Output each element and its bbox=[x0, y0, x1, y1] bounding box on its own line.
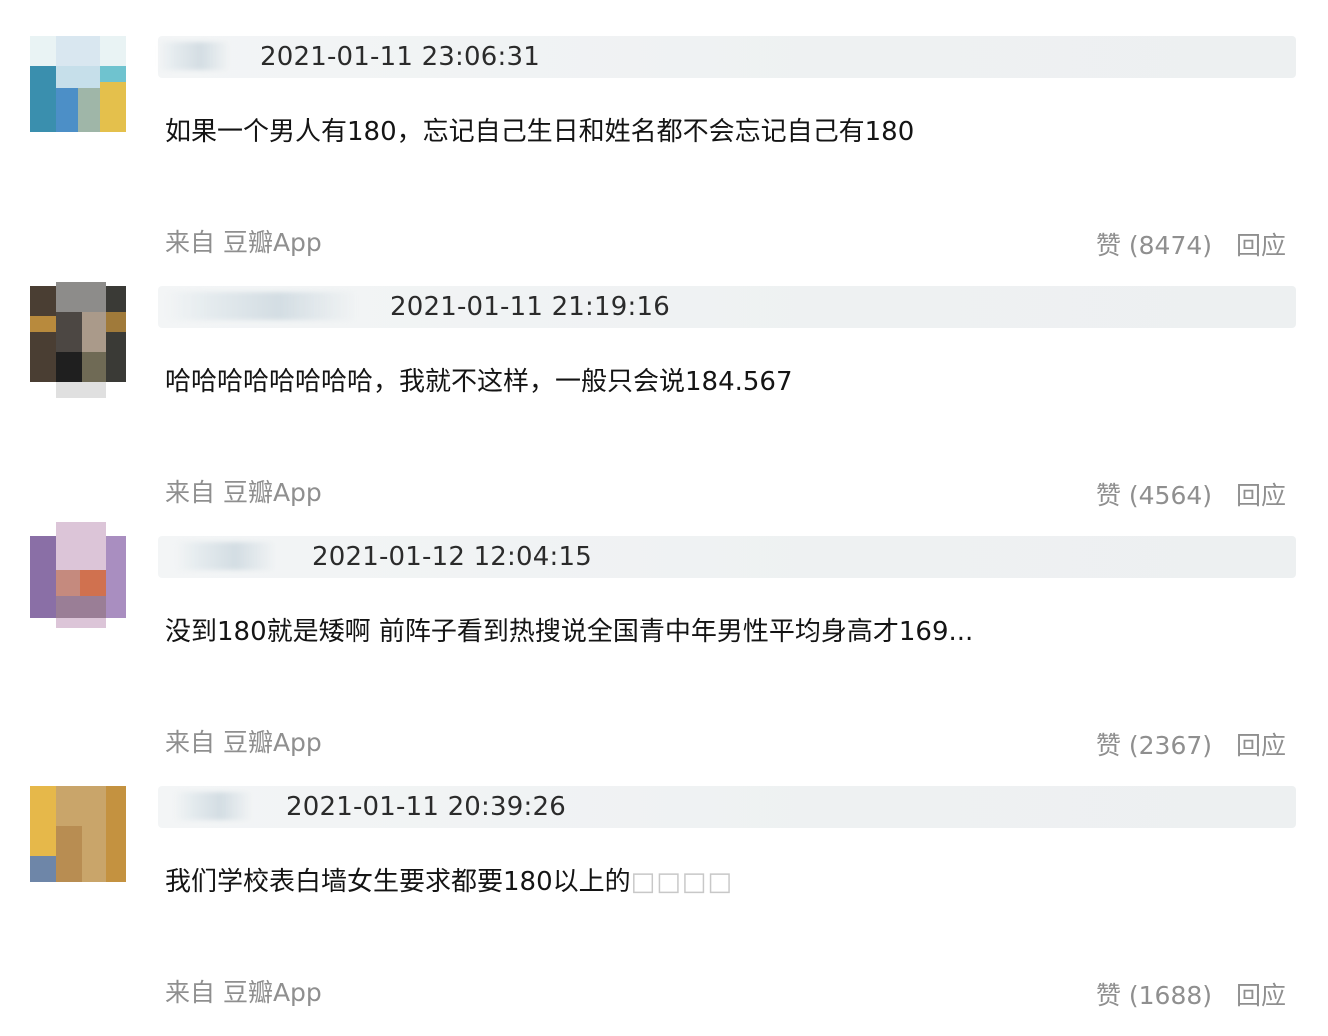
like-button[interactable]: 赞 (8474) bbox=[1096, 229, 1212, 263]
comment-text: 我们学校表白墙女生要求都要180以上的□□□□ bbox=[165, 867, 733, 897]
comment-actions: 赞 (8474) 回应 bbox=[1096, 229, 1286, 263]
comment-item: 2021-01-12 12:04:15 没到180就是矮啊 前阵子看到热搜说全国… bbox=[0, 522, 1328, 786]
avatar[interactable] bbox=[30, 522, 126, 628]
avatar[interactable] bbox=[30, 36, 126, 132]
avatar[interactable] bbox=[30, 786, 126, 882]
comment-meta-bar: 2021-01-11 21:19:16 bbox=[158, 286, 1296, 328]
comment-timestamp: 2021-01-11 23:06:31 bbox=[260, 42, 540, 72]
like-button[interactable]: 赞 (1688) bbox=[1096, 979, 1212, 1013]
comment-source: 来自 豆瓣App bbox=[165, 728, 322, 757]
comment-text: 如果一个男人有180，忘记自己生日和姓名都不会忘记自己有180 bbox=[165, 117, 915, 147]
comment-item: 2021-01-11 20:39:26 我们学校表白墙女生要求都要180以上的□… bbox=[0, 786, 1328, 1036]
like-button[interactable]: 赞 (4564) bbox=[1096, 479, 1212, 513]
comment-source: 来自 豆瓣App bbox=[165, 228, 322, 257]
reply-button[interactable]: 回应 bbox=[1236, 979, 1286, 1013]
comment-actions: 赞 (1688) 回应 bbox=[1096, 979, 1286, 1013]
comment-text: 哈哈哈哈哈哈哈哈，我就不这样，一般只会说184.567 bbox=[165, 367, 793, 397]
comment-meta-bar: 2021-01-11 20:39:26 bbox=[158, 786, 1296, 828]
comment-item: 2021-01-11 23:06:31 如果一个男人有180，忘记自己生日和姓名… bbox=[0, 36, 1328, 286]
comment-timestamp: 2021-01-11 21:19:16 bbox=[390, 292, 670, 322]
comment-meta-bar: 2021-01-11 23:06:31 bbox=[158, 36, 1296, 78]
username-blurred[interactable] bbox=[174, 792, 252, 820]
username-blurred[interactable] bbox=[176, 542, 276, 570]
comment-source: 来自 豆瓣App bbox=[165, 478, 322, 507]
username-blurred[interactable] bbox=[166, 292, 356, 320]
comment-item: 2021-01-11 21:19:16 哈哈哈哈哈哈哈哈，我就不这样，一般只会说… bbox=[0, 282, 1328, 536]
reply-button[interactable]: 回应 bbox=[1236, 729, 1286, 763]
like-button[interactable]: 赞 (2367) bbox=[1096, 729, 1212, 763]
reply-button[interactable]: 回应 bbox=[1236, 479, 1286, 513]
comment-meta-bar: 2021-01-12 12:04:15 bbox=[158, 536, 1296, 578]
comment-source: 来自 豆瓣App bbox=[165, 978, 322, 1007]
comment-timestamp: 2021-01-12 12:04:15 bbox=[312, 542, 592, 572]
comment-timestamp: 2021-01-11 20:39:26 bbox=[286, 792, 566, 822]
comment-text: 没到180就是矮啊 前阵子看到热搜说全国青中年男性平均身高才169... bbox=[165, 617, 974, 647]
username-blurred[interactable] bbox=[158, 42, 230, 70]
avatar[interactable] bbox=[30, 282, 126, 398]
comment-actions: 赞 (2367) 回应 bbox=[1096, 729, 1286, 763]
comment-actions: 赞 (4564) 回应 bbox=[1096, 479, 1286, 513]
reply-button[interactable]: 回应 bbox=[1236, 229, 1286, 263]
